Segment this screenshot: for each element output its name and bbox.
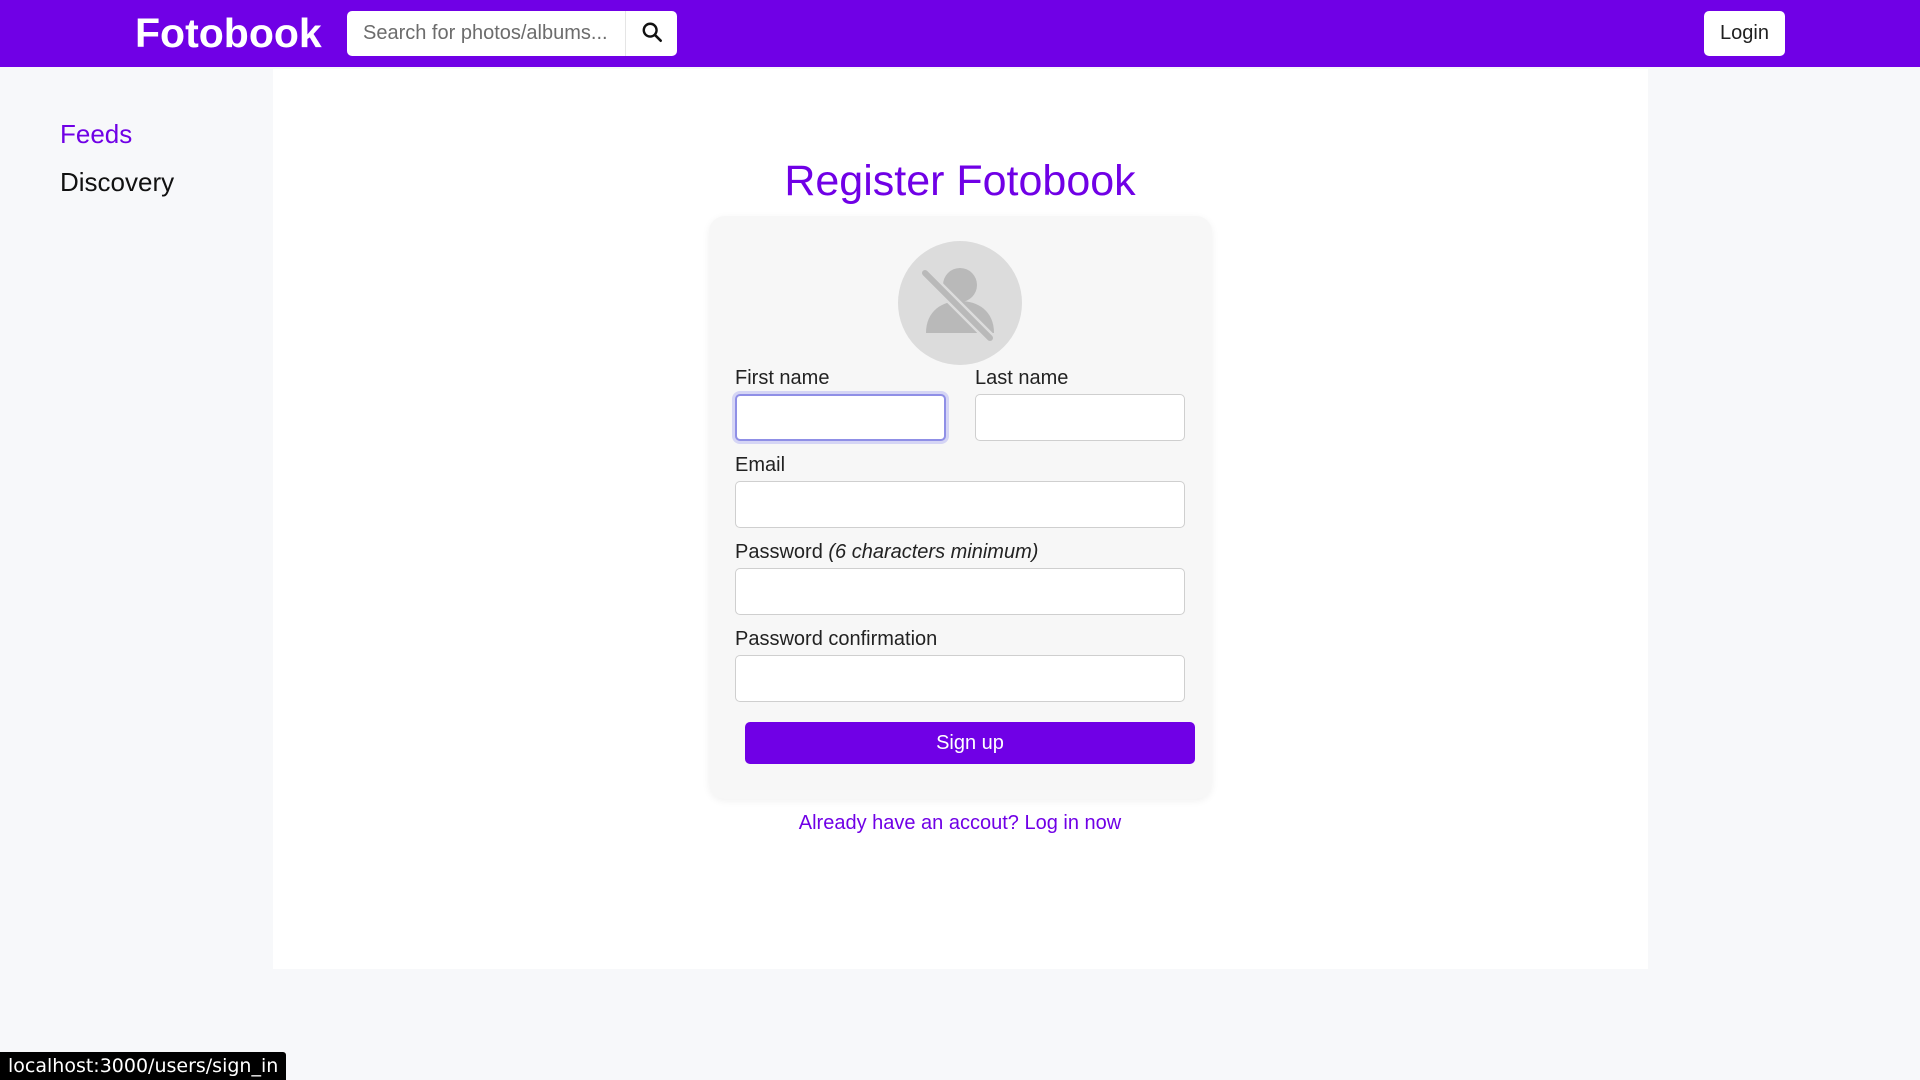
last-name-label: Last name (975, 367, 1069, 389)
status-bar-url: localhost:3000/users/sign_in (0, 1052, 287, 1080)
brand-logo[interactable]: Fotobook (135, 9, 322, 58)
top-navbar: Fotobook Login (0, 0, 1920, 67)
first-name-label: First name (735, 367, 830, 389)
email-label: Email (735, 454, 786, 476)
signup-button[interactable]: Sign up (745, 722, 1195, 764)
password-field[interactable] (735, 568, 1185, 615)
search-icon (641, 21, 663, 46)
password-confirmation-field[interactable] (735, 655, 1185, 702)
page-title: Register Fotobook (784, 157, 1136, 205)
password-hint: (6 characters minimum) (828, 541, 1039, 563)
avatar-placeholder[interactable] (898, 241, 1022, 365)
last-name-field[interactable] (975, 394, 1185, 441)
email-field[interactable] (735, 481, 1185, 528)
password-confirmation-label: Password confirmation (735, 628, 938, 650)
first-name-field[interactable] (735, 394, 946, 441)
password-label: Password (735, 541, 823, 563)
login-button[interactable]: Login (1704, 11, 1785, 56)
sidebar-item-feeds[interactable]: Feeds (60, 118, 174, 150)
search-input[interactable] (347, 11, 625, 56)
search-bar (347, 11, 677, 56)
login-link[interactable]: Already have an accout? Log in now (0, 811, 1920, 835)
password-label-row: Password (6 characters minimum) (735, 540, 1038, 564)
search-button[interactable] (625, 11, 677, 56)
